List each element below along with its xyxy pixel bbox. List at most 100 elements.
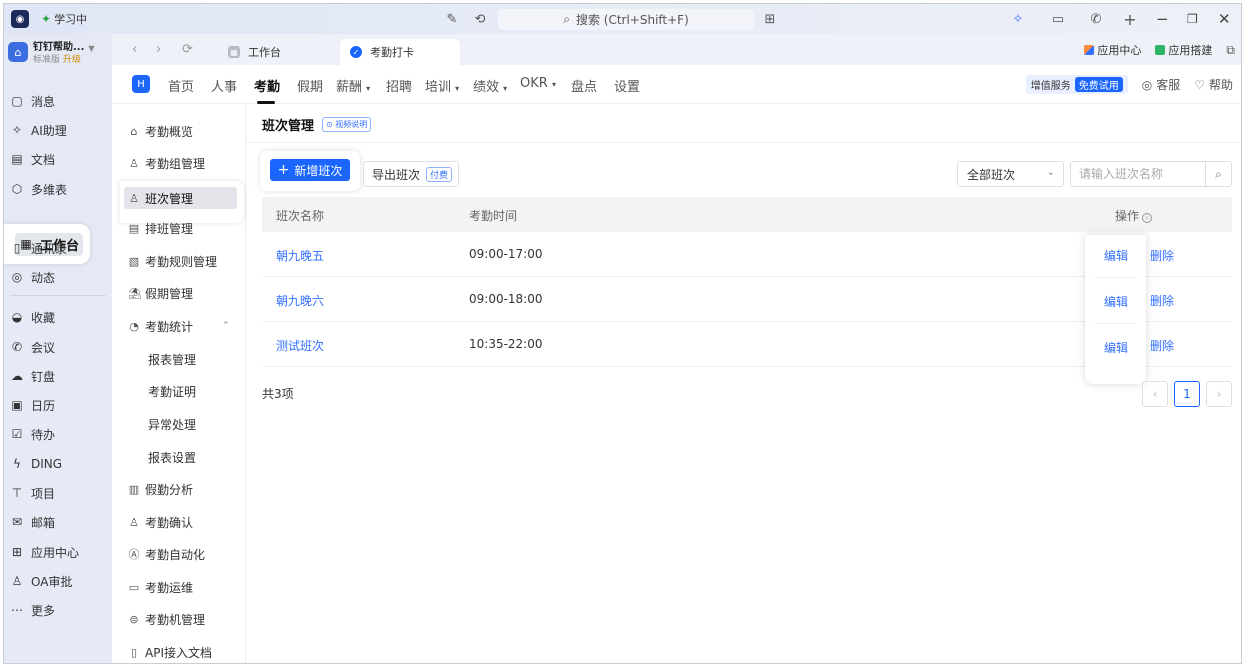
mod-training[interactable]: 培训 ▾ [425,76,459,95]
free-trial-badge[interactable]: 免费试用 [1074,77,1123,92]
search-icon[interactable]: ⌕ [1205,162,1231,186]
app-center-link[interactable]: 应用中心 [1084,42,1141,58]
phone-icon[interactable]: ✆ [1088,11,1104,27]
mod-home[interactable]: 首页 [168,76,194,95]
plus-icon[interactable]: + [1122,10,1138,29]
mod-settings[interactable]: 设置 [614,76,640,95]
edit-shift-link[interactable]: 编辑 [1104,293,1128,310]
customer-service-link[interactable]: ◎ 客服 [1142,76,1181,93]
subnav-report-manage[interactable]: 报表管理 [148,349,196,369]
next-page-button[interactable]: › [1206,381,1232,407]
apps-grid-icon[interactable]: ⊞ [762,11,778,27]
nav-item-oa[interactable]: ♙ OA审批 [10,570,73,592]
mod-okr[interactable]: OKR ▾ [520,76,556,91]
subnav-stats[interactable]: ◔ 考勤统计 ⌃ [128,316,242,336]
nav-item-drive[interactable]: ☁ 钉盘 [10,365,55,387]
nav-item-projects[interactable]: ⊤ 项目 [10,482,55,504]
forward-icon[interactable]: › [156,42,161,57]
active-tab-underline [257,101,275,104]
page-number-button[interactable]: 1 [1174,381,1200,407]
shift-name-link[interactable]: 测试班次 [276,337,324,354]
analysis-icon: ▥ [128,482,140,496]
holiday-icon: ⛱ [128,286,142,300]
info-icon[interactable]: i [1142,213,1153,223]
nav-item-contacts[interactable]: ▯ 通讯录 [10,237,67,259]
nav-item-docs[interactable]: ▤ 文档 [10,148,55,170]
pen-beta-icon[interactable]: ✎ [444,11,460,27]
mod-performance[interactable]: 绩效 ▾ [473,76,507,95]
nav-item-mail[interactable]: ✉ 邮箱 [10,511,55,533]
help-link[interactable]: ♡ 帮助 [1194,76,1233,93]
open-external-icon[interactable]: ⧉ [1226,43,1235,58]
mod-leave[interactable]: 假期 [297,76,323,95]
edit-shift-link[interactable]: 编辑 [1104,247,1128,264]
study-status[interactable]: ✦ 学习中 [41,11,87,27]
subnav-shift[interactable]: ♙ 班次管理 [120,181,244,223]
subnav-rules[interactable]: ▧ 考勤规则管理 [128,251,217,271]
mod-hr[interactable]: 人事 [211,76,237,95]
module-nav: H 首页 人事 考勤 假期 薪酬 ▾ 招聘 培训 ▾ 绩效 ▾ OKR ▾ 盘点… [112,65,1241,104]
mod-inventory[interactable]: 盘点 [571,76,597,95]
ops-icon: ▭ [128,580,140,594]
subnav-overview[interactable]: ⌂ 考勤概览 [128,121,194,141]
nav-item-meetings[interactable]: ✆ 会议 [10,336,55,358]
todo-icon: ☑ [11,427,23,441]
export-shift-button[interactable]: 导出班次 付费 [363,161,460,187]
minimize-icon[interactable]: − [1156,10,1169,28]
subnav-schedule[interactable]: ▤ 排班管理 [128,218,193,238]
subnav-confirm[interactable]: ♙ 考勤确认 [128,512,193,532]
org-switcher[interactable]: ⌂ 钉钉帮助... 标准版 升级 ▼ [8,42,108,74]
global-search[interactable]: ⌕ 搜索 (Ctrl+Shift+F) [498,9,754,30]
mod-salary[interactable]: 薪酬 ▾ [336,76,370,95]
tab-workbench[interactable]: ▦ 工作台 [218,39,291,65]
subnav-ops[interactable]: ▭ 考勤运维 [128,577,193,597]
subnav-report-settings[interactable]: 报表设置 [148,447,196,467]
tab-attendance[interactable]: ✓ 考勤打卡 [340,39,460,65]
nav-item-favorites[interactable]: ◒ 收藏 [10,306,55,328]
subnav-automation[interactable]: Ⓐ 考勤自动化 [128,544,206,564]
delete-shift-link[interactable]: 删除 [1150,292,1174,309]
delete-shift-link[interactable]: 删除 [1150,247,1174,264]
shift-name-input[interactable] [1079,163,1207,185]
value-added-service[interactable]: 增值服务 免费试用 [1025,75,1128,94]
subnav-api-docs[interactable]: ▯ API接入文档 [128,642,212,662]
subnav-analysis[interactable]: ▥ 假勤分析 [128,479,193,499]
restore-icon[interactable]: ❐ [1187,12,1198,26]
shift-name-link[interactable]: 朝九晚六 [276,292,324,309]
prev-page-button[interactable]: ‹ [1142,381,1168,407]
nav-item-messages[interactable]: ▢ 消息 [10,90,55,112]
nav-item-todo[interactable]: ☑ 待办 [10,423,55,445]
subnav-certificate[interactable]: 考勤证明 [148,381,196,401]
mod-recruit[interactable]: 招聘 [386,76,412,95]
subnav-exceptions[interactable]: 异常处理 [148,414,196,434]
mod-attendance[interactable]: 考勤 [254,76,280,95]
close-icon[interactable]: ✕ [1218,10,1231,28]
video-guide-link[interactable]: ⊙ 视频说明 [322,117,372,132]
add-shift-button[interactable]: + 新增班次 [270,159,350,181]
screen-icon[interactable]: ▭ [1050,11,1066,27]
history-icon[interactable]: ⟲ [472,11,488,27]
nav-item-app-center[interactable]: ⊞ 应用中心 [10,541,79,563]
nav-item-ding[interactable]: ϟ DING [10,453,62,475]
ai-icon[interactable]: ✧ [1010,11,1026,27]
subnav-group[interactable]: ♙ 考勤组管理 [128,153,205,173]
shift-filter-select[interactable]: 全部班次 ⌄ [957,161,1064,187]
device-icon: ⊜ [129,612,139,626]
nav-item-ai[interactable]: ✧ AI助理 [10,119,67,141]
shift-name-link[interactable]: 朝九晚五 [276,247,324,264]
app-builder-link[interactable]: 应用搭建 [1155,42,1212,58]
refresh-icon[interactable]: ⟳ [182,42,193,57]
edit-shift-link[interactable]: 编辑 [1104,339,1128,356]
nav-item-activity[interactable]: ◎ 动态 [10,266,55,288]
nav-item-more[interactable]: ⋯ 更多 [10,599,55,621]
nav-item-calendar[interactable]: ▣ 日历 [10,394,55,416]
subnav-device[interactable]: ⊜ 考勤机管理 [128,609,205,629]
delete-shift-link[interactable]: 删除 [1150,337,1174,354]
back-icon[interactable]: ‹ [132,42,137,57]
dingtalk-logo-icon[interactable]: ◉ [11,10,29,28]
subnav-holiday[interactable]: ⛱ 假期管理 [128,283,193,303]
heart-icon: ♡ [1194,77,1205,92]
left-nav: ⌂ 钉钉帮助... 标准版 升级 ▼ ▢ 消息 ✧ AI助理 ▤ 文档 ⬡ 多维表 ▦ 工… [4,34,112,663]
nav-item-tables[interactable]: ⬡ 多维表 [10,178,67,200]
upgrade-link[interactable]: 升级 [63,55,81,65]
